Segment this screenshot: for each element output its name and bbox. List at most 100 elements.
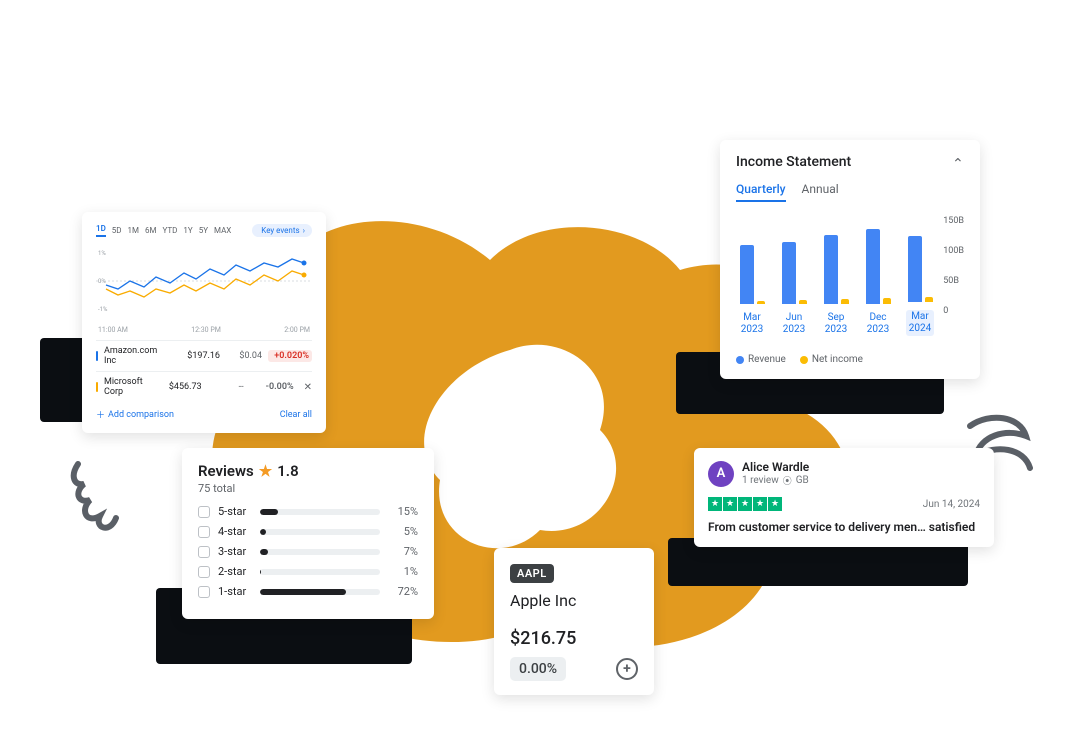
- dot-icon: [736, 356, 744, 364]
- compare-line-chart: 1% 0% -1%: [96, 245, 312, 317]
- trustpilot-stars: ★★★★★: [708, 497, 782, 511]
- star-icon: ★: [753, 497, 767, 511]
- range-ytd[interactable]: YTD: [163, 226, 178, 235]
- star-icon: ★: [723, 497, 737, 511]
- single-review-card: A Alice Wardle 1 review ⦿ GB ★★★★★ Jun 1…: [694, 448, 994, 547]
- range-max[interactable]: MAX: [214, 226, 231, 235]
- tab-annual[interactable]: Annual: [802, 182, 839, 202]
- star-icon: ★: [708, 497, 722, 511]
- compare-row-amazon[interactable]: Amazon.com Inc $197.16 $0.04 +0.020%: [96, 340, 312, 371]
- reviews-heading: Reviews: [198, 462, 254, 480]
- bar-group[interactable]: Mar2024: [904, 202, 936, 336]
- bar-label: Jun2023: [783, 312, 805, 336]
- bar-group[interactable]: Jun2023: [778, 204, 810, 336]
- review-dist-row[interactable]: 4-star 5%: [198, 525, 418, 538]
- range-1d[interactable]: 1D: [96, 224, 106, 237]
- dist-bar: [260, 589, 380, 595]
- series-color-marker: [96, 351, 98, 361]
- stock-compare-card: 1D 5D 1M 6M YTD 1Y 5Y MAX Key events › 1…: [82, 212, 326, 433]
- reviews-score: 1.8: [277, 462, 298, 480]
- star-icon: ★: [768, 497, 782, 511]
- range-1y[interactable]: 1Y: [183, 226, 192, 235]
- decorative-scribble-left: [66, 456, 126, 536]
- reviewer-country: GB: [796, 475, 809, 486]
- time-axis: 11:00 AM 12:30 PM 2:00 PM: [96, 326, 312, 334]
- netincome-bar: [757, 301, 765, 304]
- dist-bar: [260, 509, 380, 515]
- chevron-up-icon[interactable]: ⌄: [952, 154, 964, 170]
- avatar: A: [708, 461, 734, 487]
- income-title: Income Statement: [736, 154, 851, 170]
- add-comparison-button[interactable]: ＋ Add comparison: [96, 408, 174, 421]
- star-tier-label: 2-star: [218, 565, 252, 578]
- key-events-label: Key events: [261, 226, 299, 235]
- revenue-bar: [740, 245, 754, 304]
- checkbox[interactable]: [198, 566, 210, 578]
- bar-group[interactable]: Mar2023: [736, 204, 768, 336]
- range-5y[interactable]: 5Y: [199, 226, 208, 235]
- review-title: From customer service to delivery men… s…: [708, 519, 980, 535]
- chevron-right-icon: ›: [303, 226, 305, 235]
- percent-change: +0.020%: [268, 350, 312, 362]
- bar-label: Mar2023: [741, 312, 763, 336]
- netincome-bar: [799, 300, 807, 304]
- review-dist-row[interactable]: 1-star72%: [198, 585, 418, 598]
- income-statement-card: Income Statement ⌄ Quarterly Annual 150B…: [720, 140, 980, 379]
- dist-pct: 15%: [388, 505, 418, 518]
- netincome-bar: [883, 298, 891, 304]
- checkbox[interactable]: [198, 506, 210, 518]
- range-1m[interactable]: 1M: [128, 226, 139, 235]
- checkbox[interactable]: [198, 526, 210, 538]
- delta: $0.04: [226, 351, 262, 361]
- add-comparison-label: Add comparison: [108, 410, 174, 420]
- review-dist-row[interactable]: 5-star 15%: [198, 505, 418, 518]
- star-tier-label: 5-star: [218, 505, 252, 518]
- revenue-bar: [782, 242, 796, 305]
- bar-group[interactable]: Sep2023: [820, 204, 852, 336]
- clear-all-button[interactable]: Clear all: [280, 410, 312, 420]
- stock-price: $216.75: [510, 628, 638, 649]
- legend-revenue: Revenue: [736, 354, 786, 365]
- star-icon: ★: [738, 497, 752, 511]
- price: $456.73: [150, 382, 202, 392]
- company-name: Apple Inc: [510, 591, 638, 610]
- y-tick: 100B: [943, 246, 964, 256]
- compare-row-microsoft[interactable]: Microsoft Corp $456.73 -- -0.00% ✕: [96, 371, 312, 402]
- svg-text:-1%: -1%: [98, 306, 108, 313]
- close-icon[interactable]: ✕: [300, 382, 312, 393]
- range-5d[interactable]: 5D: [112, 226, 122, 235]
- y-tick: 50B: [943, 276, 964, 286]
- bar-label: Sep2023: [825, 312, 847, 336]
- key-events-pill[interactable]: Key events ›: [252, 224, 312, 237]
- checkbox[interactable]: [198, 546, 210, 558]
- review-count: 1 review: [742, 475, 779, 486]
- tab-quarterly[interactable]: Quarterly: [736, 182, 786, 202]
- delta: --: [208, 382, 244, 392]
- range-6m[interactable]: 6M: [145, 226, 156, 235]
- y-axis: 150B 100B 50B 0: [943, 216, 964, 316]
- plus-icon: +: [623, 661, 631, 677]
- dist-bar: [260, 529, 380, 535]
- reviewer-name: Alice Wardle: [742, 460, 809, 474]
- time-tick: 12:30 PM: [191, 326, 221, 334]
- dist-pct: 1%: [388, 565, 418, 578]
- svg-text:1%: 1%: [98, 250, 106, 257]
- star-tier-label: 4-star: [218, 525, 252, 538]
- star-tier-label: 1-star: [218, 585, 252, 598]
- bar-label: Mar2024: [906, 310, 934, 336]
- review-dist-row[interactable]: 3-star7%: [198, 545, 418, 558]
- series-color-marker: [96, 382, 98, 392]
- plus-icon: ＋: [96, 408, 105, 421]
- review-dist-row[interactable]: 2-star 1%: [198, 565, 418, 578]
- percent-change: -0.00%: [250, 382, 294, 392]
- dot-icon: [800, 356, 808, 364]
- netincome-bar: [841, 299, 849, 304]
- checkbox[interactable]: [198, 586, 210, 598]
- dist-pct: 5%: [388, 525, 418, 538]
- bar-group[interactable]: Dec2023: [862, 204, 894, 336]
- time-tick: 2:00 PM: [284, 326, 310, 334]
- add-to-watchlist-button[interactable]: +: [616, 658, 638, 680]
- star-tier-label: 3-star: [218, 545, 252, 558]
- star-icon: ★: [259, 462, 272, 480]
- stock-quote-card: AAPL Apple Inc $216.75 0.00% +: [494, 548, 654, 695]
